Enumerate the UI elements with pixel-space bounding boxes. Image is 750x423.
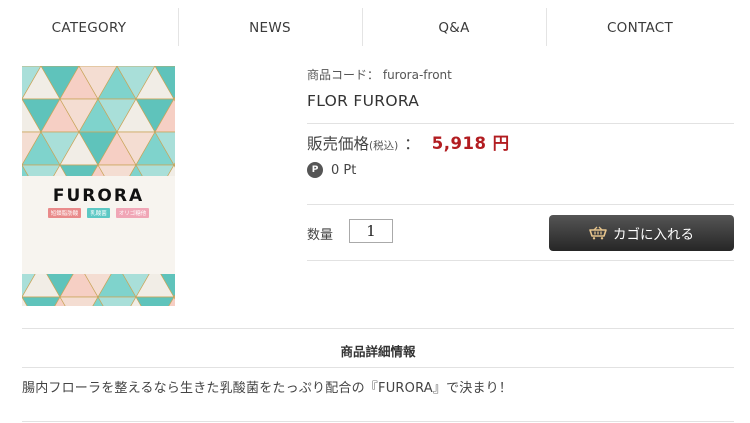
divider (22, 421, 734, 422)
main-nav: CATEGORY NEWS Q&A CONTACT (0, 8, 734, 48)
nav-qa[interactable]: Q&A (362, 8, 546, 48)
product-image[interactable]: FURORA 短鎖脂肪酸 乳酸菌 オリゴ糖他 (22, 66, 175, 306)
nav-news[interactable]: NEWS (178, 8, 362, 48)
points-icon: P (307, 162, 323, 178)
product-code: 商品コード： furora-front (307, 66, 452, 83)
nav-category-label: CATEGORY (51, 20, 127, 36)
divider (22, 328, 734, 329)
price-row: 販売価格 (税込) ： 5,918 円 (307, 130, 510, 154)
product-description: 腸内フローラを整えるなら生きた乳酸菌をたっぷり配合の『FURORA』で決まり！ (22, 381, 513, 396)
pattern-triangle (22, 296, 61, 306)
product-brand-logo: FURORA (52, 186, 145, 206)
divider (307, 204, 734, 205)
product-details-heading: 商品詳細情報 (340, 344, 416, 359)
nav-category[interactable]: CATEGORY (0, 8, 178, 48)
price-label: 販売価格 (307, 135, 370, 153)
product-name: FLOR FURORA (307, 92, 420, 110)
nav-news-label: NEWS (249, 20, 291, 36)
feature-badge: オリゴ糖他 (115, 208, 150, 218)
product-feature-badges: 短鎖脂肪酸 乳酸菌 オリゴ糖他 (22, 208, 175, 218)
price-value: 5,918 円 (431, 134, 510, 153)
divider (22, 367, 734, 368)
product-code-value: furora-front (382, 68, 452, 82)
divider (307, 123, 734, 124)
cart-icon (589, 226, 607, 240)
nav-contact[interactable]: CONTACT (546, 8, 734, 48)
pattern-triangle (97, 296, 137, 306)
add-to-cart-label: カゴに入れる (613, 227, 694, 243)
nav-qa-label: Q&A (438, 20, 470, 36)
pattern-triangle (135, 296, 175, 306)
points-row: P 0 Pt (307, 162, 356, 178)
price-tax-note: (税込) (369, 140, 399, 152)
feature-badge: 乳酸菌 (87, 208, 110, 218)
nav-contact-label: CONTACT (606, 20, 674, 36)
feature-badge: 短鎖脂肪酸 (47, 208, 82, 218)
pattern-triangle (59, 296, 99, 306)
price-colon: ： (404, 135, 420, 153)
add-to-cart-button[interactable]: カゴに入れる (549, 215, 734, 251)
divider (307, 260, 734, 261)
points-value: 0 Pt (331, 162, 357, 178)
quantity-input[interactable] (349, 219, 393, 243)
product-code-label: 商品コード： (307, 68, 380, 82)
quantity-label: 数量 (307, 228, 334, 243)
